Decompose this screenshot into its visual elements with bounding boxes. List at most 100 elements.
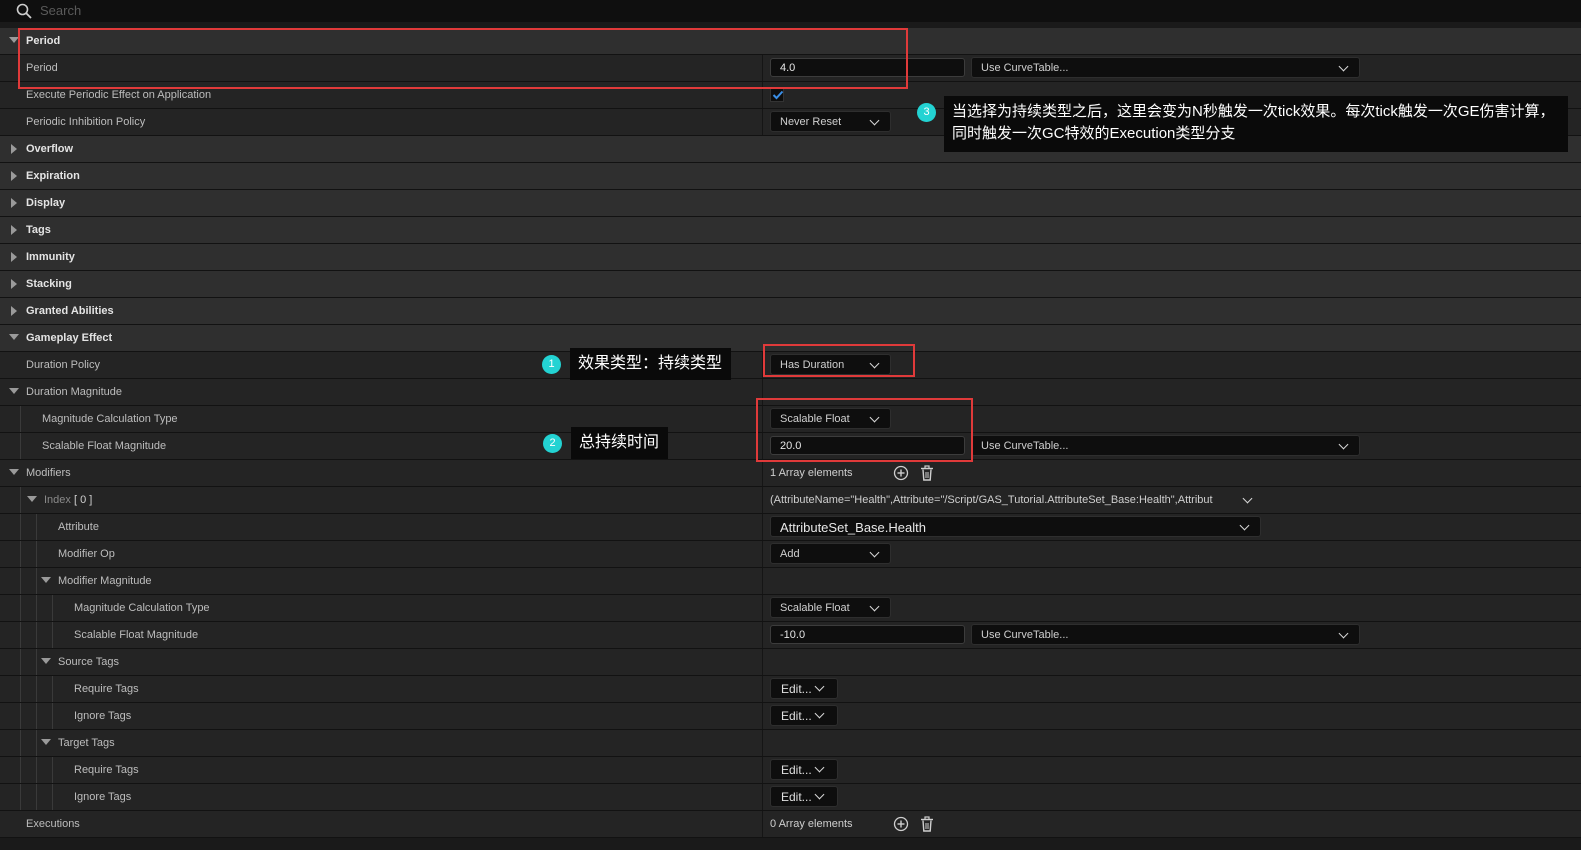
dropdown-label: Use CurveTable... [981,62,1069,74]
chevron-down-icon [1338,61,1349,72]
collapse-arrow-icon[interactable] [41,658,51,664]
annotation-callout-1: 效果类型：持续类型 [570,348,731,380]
category-label: Overflow [26,143,74,155]
chevron-down-icon [1338,439,1349,450]
edit-tags-button[interactable]: Edit... [770,705,838,726]
trash-icon[interactable] [919,465,935,481]
add-circle-icon[interactable] [893,816,909,832]
inhibition-policy-dropdown[interactable]: Never Reset [770,111,891,132]
dropdown-label: Never Reset [780,116,842,128]
edit-tags-button[interactable]: Edit... [770,759,838,780]
search-input[interactable]: Search [40,3,81,18]
chevron-down-icon [869,115,880,126]
property-label: Source Tags [58,656,119,668]
search-icon [16,3,32,19]
annotation-box-duration-magnitude [756,398,973,462]
property-attribute: Attribute AttributeSet_Base.Health [0,514,1581,541]
property-mod-scalable-float: Scalable Float Magnitude -10.0 Use Curve… [0,622,1581,649]
property-target-ignore-tags: Ignore Tags Edit... [0,784,1581,811]
execute-periodic-checkbox[interactable] [770,88,784,102]
expand-arrow-icon[interactable] [11,306,17,316]
property-label: Modifier Magnitude [58,575,152,587]
property-source-ignore-tags: Ignore Tags Edit... [0,703,1581,730]
property-modifiers[interactable]: Modifiers 1 Array elements [0,460,1581,487]
property-label: Magnitude Calculation Type [42,413,178,425]
collapse-arrow-icon[interactable] [9,388,19,394]
property-executions: Executions 0 Array elements [0,811,1581,838]
dropdown-label: Scalable Float [780,602,850,614]
index-label: Index [ 0 ] [44,494,93,506]
property-label: Require Tags [74,683,139,695]
property-modifier-op: Modifier Op Add [0,541,1581,568]
chevron-down-icon [1239,520,1250,531]
property-source-tags[interactable]: Source Tags [0,649,1581,676]
category-granted-abilities[interactable]: Granted Abilities [0,298,1581,325]
expand-arrow-icon[interactable] [11,279,17,289]
collapse-arrow-icon[interactable] [41,577,51,583]
attribute-dropdown[interactable]: AttributeSet_Base.Health [770,516,1261,537]
modifier-index-0[interactable]: Index [ 0 ] (AttributeName="Health",Attr… [0,487,1581,514]
chevron-down-icon[interactable] [1242,493,1253,504]
expand-arrow-icon[interactable] [11,252,17,262]
expand-arrow-icon[interactable] [11,171,17,181]
button-label: Edit... [781,682,812,696]
property-label: Magnitude Calculation Type [74,602,210,614]
array-count: 0 Array elements [770,818,853,830]
property-source-require-tags: Require Tags Edit... [0,676,1581,703]
property-label: Target Tags [58,737,115,749]
property-label: Duration Policy [26,359,100,371]
search-bar[interactable]: Search [0,0,1581,22]
button-label: Edit... [781,709,812,723]
expand-arrow-icon[interactable] [11,144,17,154]
button-label: Edit... [781,790,812,804]
property-target-require-tags: Require Tags Edit... [0,757,1581,784]
chevron-down-icon [869,601,880,612]
property-label: Execute Periodic Effect on Application [26,89,212,101]
modifier-value-field[interactable]: -10.0 [770,625,965,644]
curve-table-dropdown[interactable]: Use CurveTable... [971,624,1360,645]
collapse-arrow-icon[interactable] [41,739,51,745]
mod-calc-type-dropdown[interactable]: Scalable Float [770,597,891,618]
checkmark-icon [772,90,784,100]
collapse-arrow-icon[interactable] [9,334,19,340]
category-display[interactable]: Display [0,190,1581,217]
modifier-op-dropdown[interactable]: Add [770,543,891,564]
property-label: Scalable Float Magnitude [74,629,199,641]
chevron-down-icon [1338,628,1349,639]
category-label: Display [26,197,66,209]
edit-tags-button[interactable]: Edit... [770,678,838,699]
collapse-arrow-icon[interactable] [9,469,19,475]
category-label: Stacking [26,278,72,290]
expand-arrow-icon[interactable] [11,225,17,235]
property-label: Ignore Tags [74,791,132,803]
property-label: Ignore Tags [74,710,132,722]
category-label: Gameplay Effect [26,332,113,344]
curve-table-dropdown[interactable]: Use CurveTable... [971,435,1360,456]
property-target-tags[interactable]: Target Tags [0,730,1581,757]
category-immunity[interactable]: Immunity [0,244,1581,271]
annotation-badge-2: 2 [543,434,562,453]
trash-icon[interactable] [919,816,935,832]
edit-tags-button[interactable]: Edit... [770,786,838,807]
chevron-down-icon [814,762,825,773]
dropdown-label: AttributeSet_Base.Health [780,520,926,535]
property-label: Duration Magnitude [26,386,123,398]
add-circle-icon[interactable] [893,465,909,481]
chevron-down-icon [814,789,825,800]
annotation-callout-3: 当选择为持续类型之后，这里会变为N秒触发一次tick效果。每次tick触发一次G… [944,96,1568,152]
expand-arrow-icon[interactable] [11,198,17,208]
collapse-arrow-icon[interactable] [27,496,37,502]
chevron-down-icon [814,708,825,719]
property-label: Attribute [58,521,99,533]
category-stacking[interactable]: Stacking [0,271,1581,298]
category-expiration[interactable]: Expiration [0,163,1581,190]
modifier-summary: (AttributeName="Health",Attribute="/Scri… [770,494,1213,506]
annotation-box-period [18,28,908,89]
chevron-down-icon [814,681,825,692]
property-label: Modifier Op [58,548,115,560]
curve-table-dropdown[interactable]: Use CurveTable... [971,57,1360,78]
property-mod-calc-type: Magnitude Calculation Type Scalable Floa… [0,595,1581,622]
category-tags[interactable]: Tags [0,217,1581,244]
property-label: Scalable Float Magnitude [42,440,167,452]
property-modifier-magnitude[interactable]: Modifier Magnitude [0,568,1581,595]
